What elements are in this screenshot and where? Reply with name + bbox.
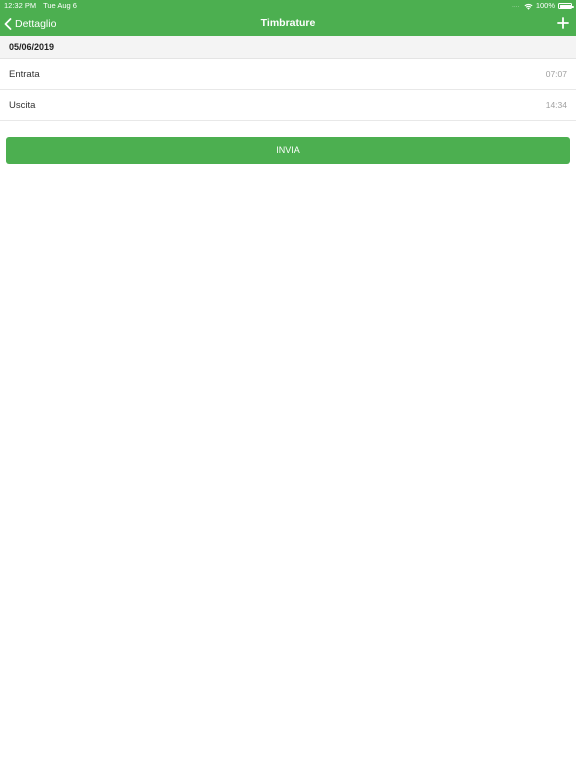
section-date-header: 05/06/2019 — [0, 36, 576, 59]
status-right: .... 100% — [512, 0, 574, 12]
navigation-bar: Dettaglio Timbrature — [0, 12, 576, 36]
app-header: 12:32 PM Tue Aug 6 .... 100% Dettaglio T… — [0, 0, 576, 36]
plus-icon[interactable] — [556, 16, 570, 30]
battery-percentage: 100% — [535, 1, 555, 10]
list-item-uscita[interactable]: Uscita 14:34 — [0, 90, 576, 121]
list-item-time: 14:34 — [545, 100, 567, 110]
chevron-left-icon — [4, 18, 12, 30]
list-item-label: Entrata — [9, 69, 40, 80]
status-bar: 12:32 PM Tue Aug 6 .... 100% — [0, 0, 576, 12]
status-date: Tue Aug 6 — [43, 1, 77, 10]
back-button-label: Dettaglio — [15, 18, 57, 30]
status-time: 12:32 PM — [4, 1, 37, 10]
battery-level-fill — [559, 4, 571, 8]
list-item-label: Uscita — [9, 100, 36, 111]
wifi-icon — [524, 3, 533, 10]
page-title: Timbrature — [260, 17, 316, 29]
back-button[interactable]: Dettaglio — [4, 12, 56, 36]
list-item-entrata[interactable]: Entrata 07:07 — [0, 59, 576, 90]
send-button[interactable]: INVIA — [6, 137, 570, 164]
signal-indicator: .... — [512, 3, 520, 9]
status-left: 12:32 PM Tue Aug 6 — [4, 0, 82, 12]
battery-icon — [558, 3, 574, 9]
list-item-time: 07:07 — [545, 69, 567, 79]
